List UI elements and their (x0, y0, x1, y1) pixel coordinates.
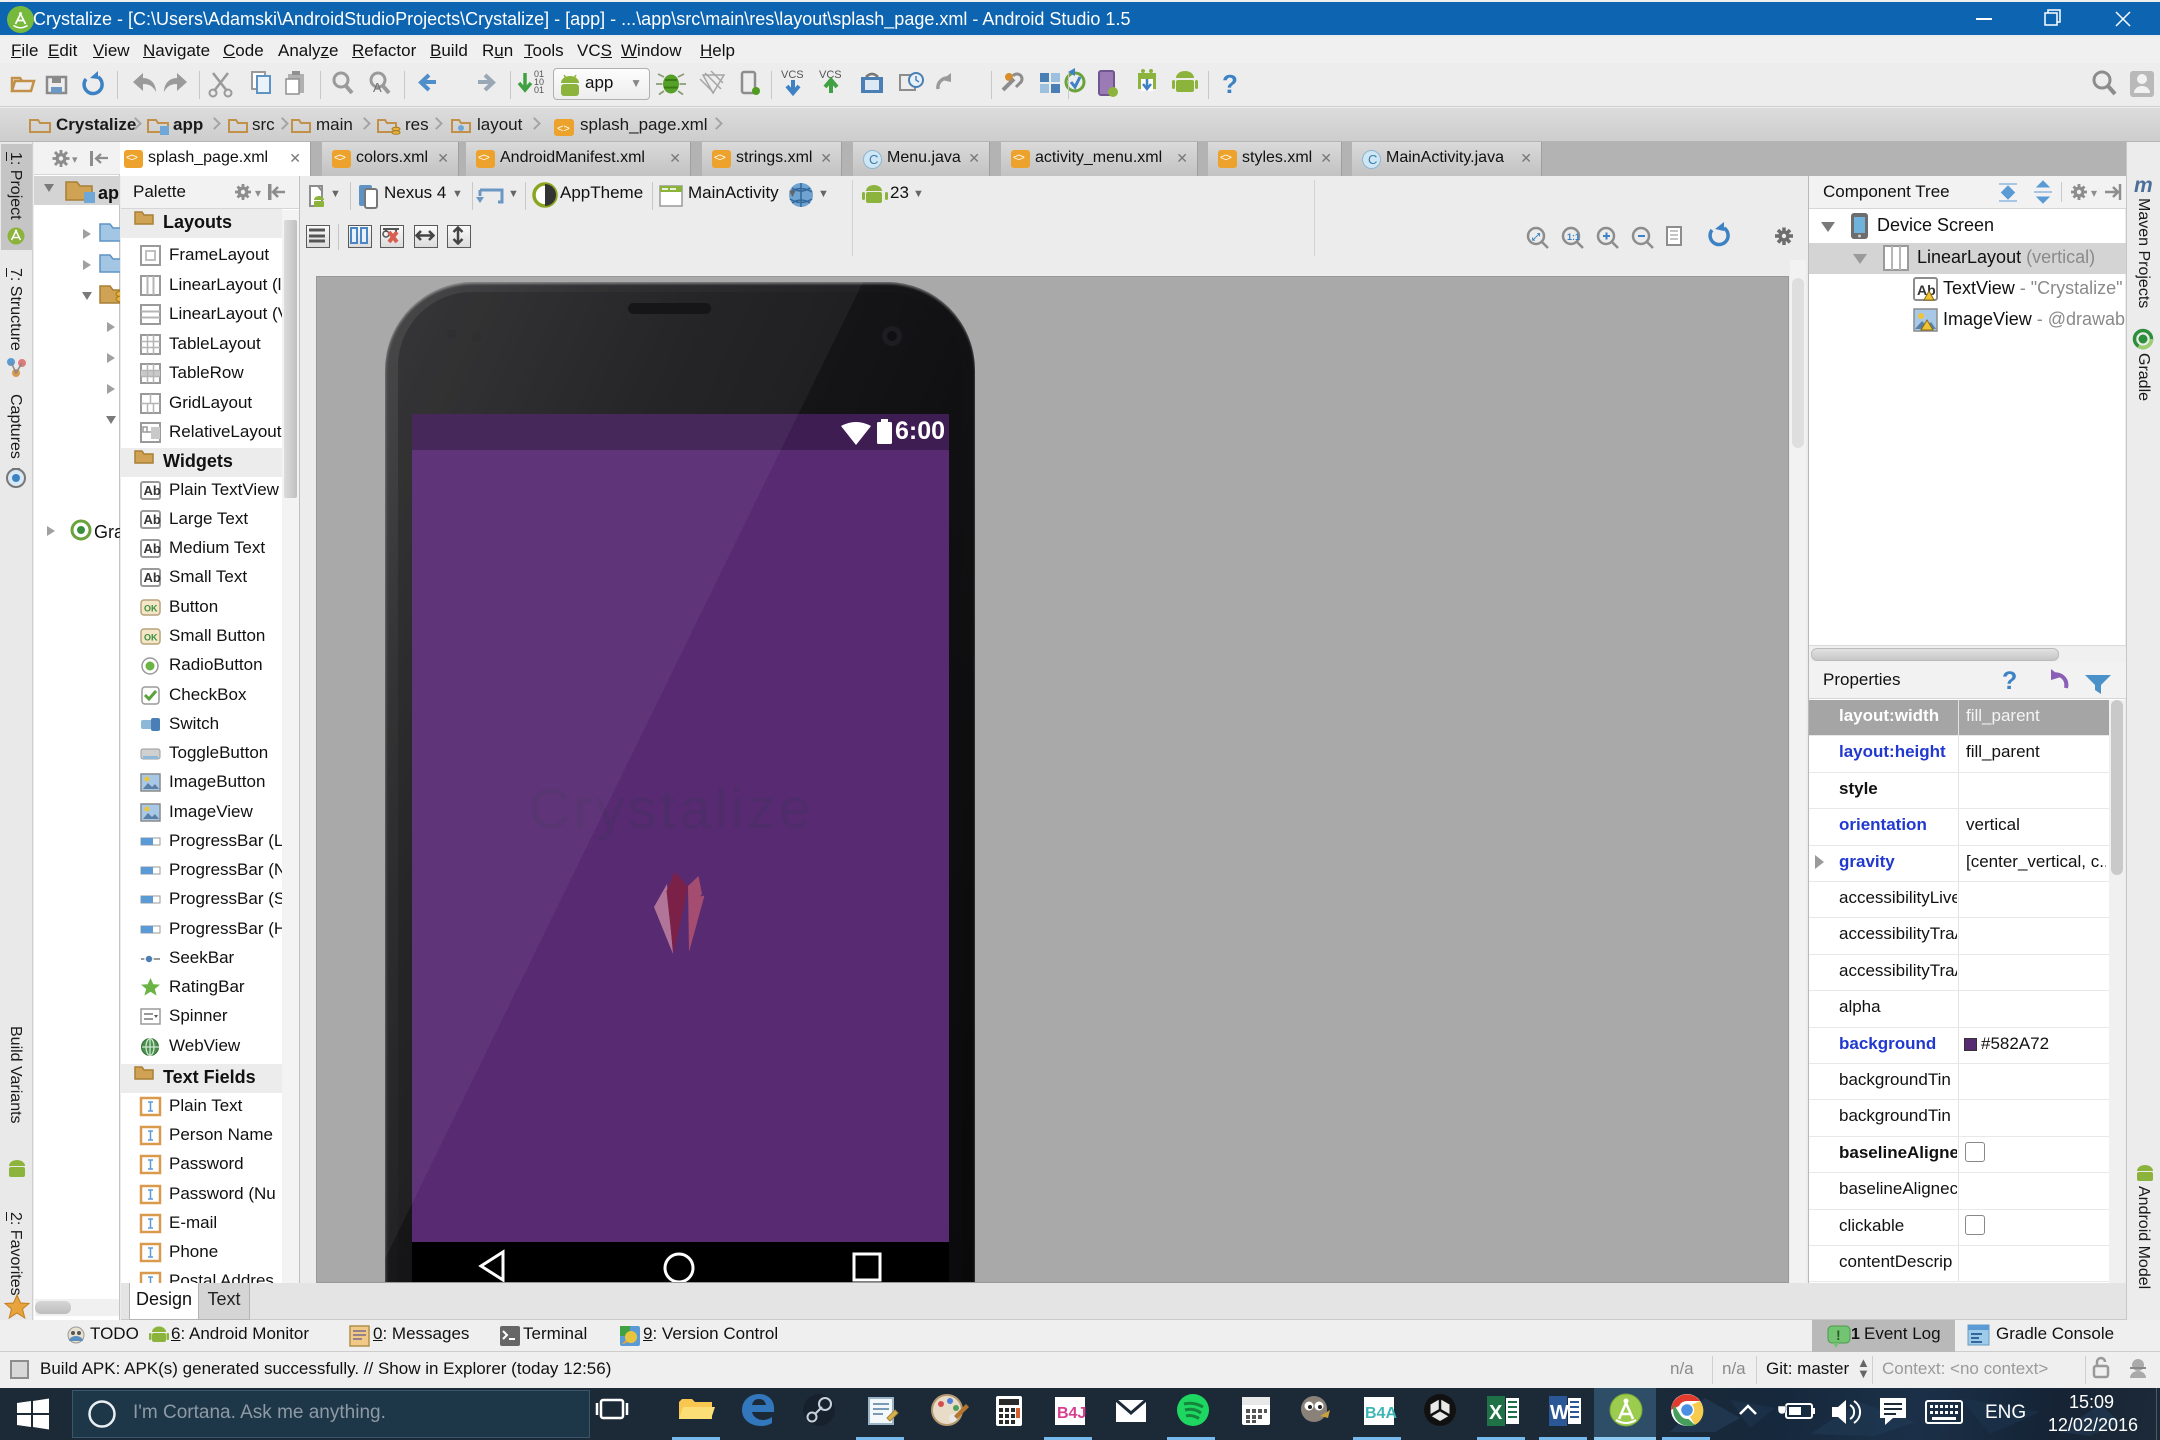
svg-text:⤢: ⤢ (1532, 232, 1540, 243)
svg-text:app: app (98, 183, 120, 203)
svg-text:?: ? (1222, 69, 1238, 99)
svg-text:B4A: B4A (1365, 1405, 1397, 1422)
svg-text:B4J: B4J (1057, 1405, 1086, 1422)
svg-text:▾: ▾ (255, 186, 261, 200)
svg-text:VCS: VCS (781, 69, 804, 81)
svg-text:01: 01 (534, 85, 544, 95)
svg-text:?: ? (2002, 667, 2017, 695)
svg-text:Gra: Gra (94, 522, 120, 542)
svg-text:<>: <> (557, 123, 570, 135)
svg-text:X: X (1489, 1402, 1503, 1424)
svg-text:1:1: 1:1 (1567, 232, 1580, 242)
svg-text:A: A (373, 80, 382, 95)
svg-text:▾: ▾ (2091, 186, 2097, 200)
svg-text:!: ! (1836, 1327, 1841, 1343)
svg-text:W: W (1550, 1402, 1569, 1424)
